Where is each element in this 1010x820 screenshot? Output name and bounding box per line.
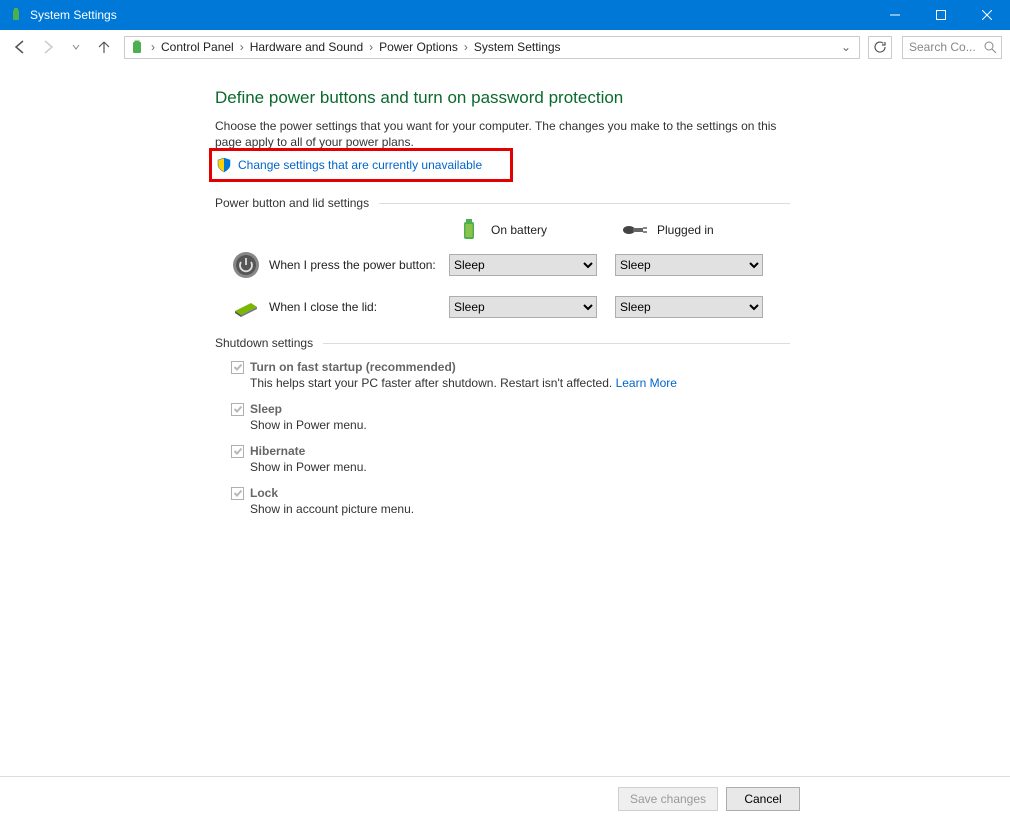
page-title: Define power buttons and turn on passwor… [215,88,790,108]
battery-app-icon [8,7,24,23]
learn-more-link[interactable]: Learn More [616,376,677,390]
recent-dropdown-icon[interactable] [64,35,88,59]
lid-plugged-select[interactable]: Sleep [615,296,763,318]
column-headers: On battery Plugged in [455,220,790,240]
breadcrumb-item[interactable]: System Settings [472,40,563,54]
shutdown-item-sleep: Sleep Show in Power menu. [231,402,790,432]
checkbox-disabled-checked [231,361,244,374]
shutdown-item-lock: Lock Show in account picture menu. [231,486,790,516]
footer-bar: Save changes Cancel [0,776,1010,820]
setting-row-power-button: When I press the power button: Sleep Sle… [215,250,790,280]
refresh-button[interactable] [868,36,892,59]
group-header-label: Power button and lid settings [215,196,369,210]
row-label: When I press the power button: [269,258,449,272]
chevron-right-icon[interactable]: › [147,40,159,54]
window-controls [872,0,1010,30]
col-label: Plugged in [657,223,714,237]
breadcrumb-item[interactable]: Hardware and Sound [248,40,365,54]
group-header-shutdown: Shutdown settings [215,336,790,350]
item-title: Hibernate [250,444,305,458]
breadcrumb-item[interactable]: Control Panel [159,40,236,54]
shield-icon [216,157,232,173]
maximize-button[interactable] [918,0,964,30]
chevron-down-icon[interactable]: ⌄ [837,40,855,54]
item-title: Sleep [250,402,282,416]
window-title: System Settings [30,8,872,22]
group-header-label: Shutdown settings [215,336,313,350]
checkbox-disabled-checked [231,445,244,458]
shutdown-item-fast-startup: Turn on fast startup (recommended) This … [231,360,790,390]
shutdown-item-hibernate: Hibernate Show in Power menu. [231,444,790,474]
chevron-right-icon[interactable]: › [460,40,472,54]
up-button[interactable] [92,35,116,59]
item-desc: Show in Power menu. [250,418,790,432]
setting-row-lid: When I close the lid: Sleep Sleep [215,292,790,322]
col-label: On battery [491,223,547,237]
laptop-lid-icon [231,292,261,322]
checkbox-disabled-checked [231,403,244,416]
item-desc: Show in account picture menu. [250,502,790,516]
cancel-button[interactable]: Cancel [726,787,800,811]
breadcrumb-icon [129,39,145,55]
power-button-plugged-select[interactable]: Sleep [615,254,763,276]
search-icon [983,40,997,57]
item-title: Lock [250,486,278,500]
row-label: When I close the lid: [269,300,449,314]
chevron-right-icon[interactable]: › [236,40,248,54]
col-plugged-in: Plugged in [621,220,787,240]
breadcrumb[interactable]: › Control Panel › Hardware and Sound › P… [124,36,860,59]
content-pane: Define power buttons and turn on passwor… [0,64,1010,776]
back-button[interactable] [8,35,32,59]
search-input[interactable] [902,36,1002,59]
col-on-battery: On battery [455,220,621,240]
forward-button[interactable] [36,35,60,59]
change-settings-link-highlight: Change settings that are currently unava… [209,148,513,182]
chevron-right-icon[interactable]: › [365,40,377,54]
item-desc: Show in Power menu. [250,460,790,474]
power-button-battery-select[interactable]: Sleep [449,254,597,276]
item-title: Turn on fast startup (recommended) [250,360,456,374]
titlebar: System Settings [0,0,1010,30]
checkbox-disabled-checked [231,487,244,500]
item-desc: This helps start your PC faster after sh… [250,376,790,390]
power-button-icon [231,250,261,280]
save-button[interactable]: Save changes [618,787,718,811]
search-field[interactable] [907,39,977,55]
page-description: Choose the power settings that you want … [215,118,790,150]
battery-icon [455,220,483,240]
plug-icon [621,220,649,240]
lid-battery-select[interactable]: Sleep [449,296,597,318]
navigation-toolbar: › Control Panel › Hardware and Sound › P… [0,30,1010,64]
change-settings-link[interactable]: Change settings that are currently unava… [238,158,482,172]
minimize-button[interactable] [872,0,918,30]
breadcrumb-item[interactable]: Power Options [377,40,460,54]
close-button[interactable] [964,0,1010,30]
group-header-power-button: Power button and lid settings [215,196,790,210]
